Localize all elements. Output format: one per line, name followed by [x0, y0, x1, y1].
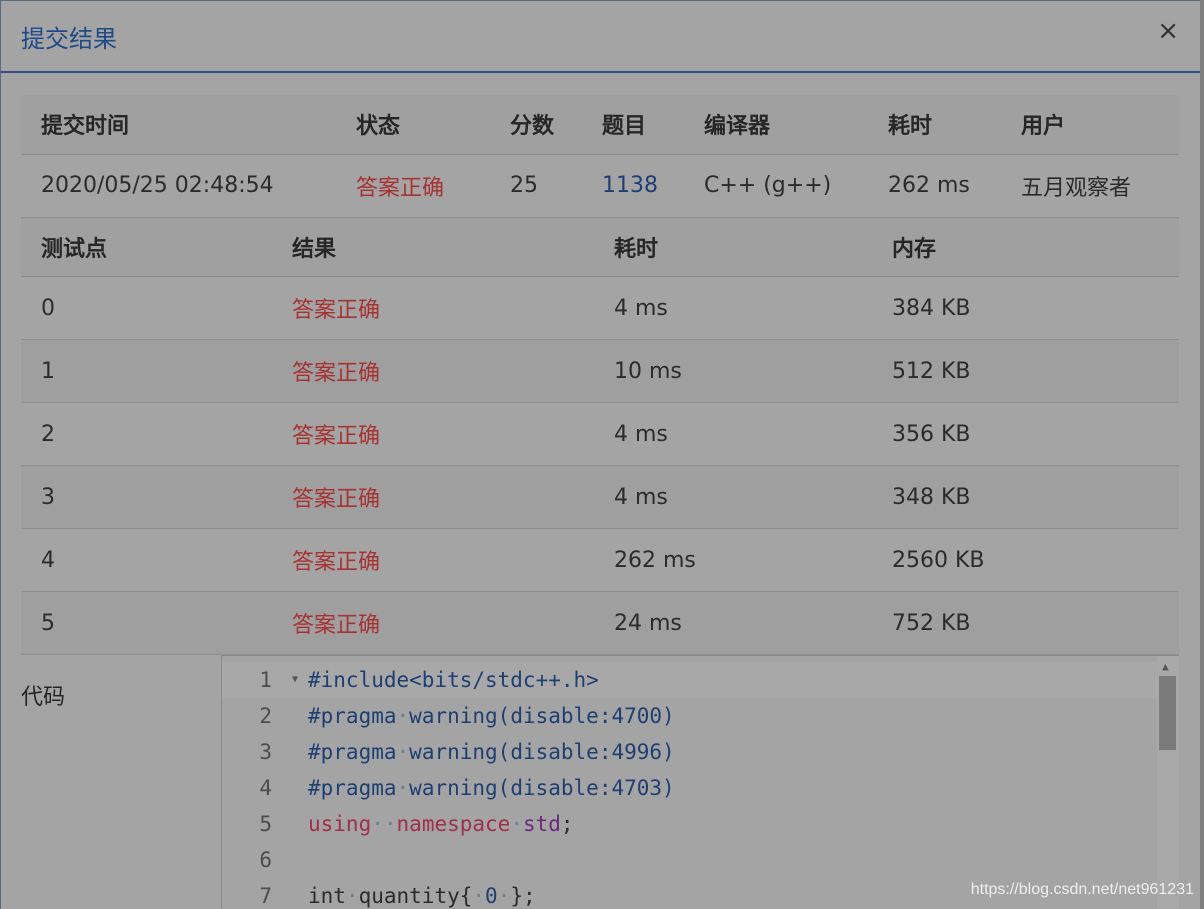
case-memory: 752 KB	[892, 610, 971, 636]
case-id: 0	[41, 295, 55, 321]
code-text: int·quantity{·0·};	[308, 884, 536, 908]
case-result: 答案正确	[292, 361, 381, 386]
user-name: 五月观察者	[1021, 175, 1132, 201]
code-line: 5 using··namespace·std;	[222, 806, 1157, 842]
code-editor[interactable]: 1 ▼ #include<bits/stdc++.h> 2 #pragma·wa…	[221, 655, 1179, 909]
line-number: 4	[259, 776, 272, 800]
header-memory: 内存	[892, 236, 937, 262]
case-id: 5	[41, 610, 55, 636]
scroll-up-arrow-icon[interactable]: ▲	[1162, 660, 1169, 673]
header-compiler: 编译器	[704, 114, 771, 140]
case-result: 答案正确	[292, 550, 381, 575]
status-accepted: 答案正确	[356, 175, 445, 201]
scrollbar-thumb[interactable]	[1159, 676, 1176, 750]
case-memory: 2560 KB	[892, 547, 985, 573]
header-problem: 题目	[602, 114, 647, 140]
header-submit-time: 提交时间	[41, 114, 130, 140]
line-number: 7	[259, 884, 272, 908]
code-text: #pragma·warning(disable:4996)	[308, 740, 675, 764]
table-row: 2 答案正确 4 ms 356 KB	[21, 402, 1179, 466]
header-user: 用户	[1021, 114, 1066, 140]
case-memory: 512 KB	[892, 358, 971, 384]
score: 25	[510, 173, 538, 198]
code-text: #pragma·warning(disable:4700)	[308, 704, 675, 728]
editor-scrollbar[interactable]: ▲	[1157, 656, 1179, 909]
code-line: 2 #pragma·warning(disable:4700)	[222, 698, 1157, 734]
header-result: 结果	[292, 236, 337, 262]
case-result: 答案正确	[292, 613, 381, 638]
submission-result-dialog: 提交结果 × 提交时间 状态 分数 题目 编译器 耗时 用户 2020/05/2…	[0, 0, 1200, 909]
line-number: 1	[259, 668, 272, 692]
line-number: 5	[259, 812, 272, 836]
results-panel: 提交时间 状态 分数 题目 编译器 耗时 用户 2020/05/25 02:48…	[21, 95, 1179, 655]
table-row: 4 答案正确 262 ms 2560 KB	[21, 528, 1179, 592]
line-number: 6	[259, 848, 272, 872]
code-label: 代码	[21, 685, 66, 710]
summary-row: 2020/05/25 02:48:54 答案正确 25 1138 C++ (g+…	[21, 154, 1179, 217]
table-row: 1 答案正确 10 ms 512 KB	[21, 339, 1179, 403]
code-line: 6	[222, 842, 1157, 878]
table-row: 0 答案正确 4 ms 384 KB	[21, 276, 1179, 340]
duration: 262 ms	[888, 173, 970, 198]
case-time: 262 ms	[614, 547, 696, 573]
close-button[interactable]: ×	[1157, 15, 1179, 47]
dialog-header: 提交结果 ×	[1, 1, 1200, 73]
case-id: 4	[41, 547, 55, 573]
case-time: 24 ms	[614, 610, 682, 636]
code-text: #pragma·warning(disable:4703)	[308, 776, 675, 800]
header-score: 分数	[510, 114, 555, 140]
cases-header-row: 测试点 结果 耗时 内存	[21, 217, 1179, 277]
summary-header-row: 提交时间 状态 分数 题目 编译器 耗时 用户	[21, 95, 1179, 154]
summary-table: 提交时间 状态 分数 题目 编译器 耗时 用户 2020/05/25 02:48…	[21, 95, 1179, 218]
test-cases-table: 测试点 结果 耗时 内存 0 答案正确 4 ms 384 KB 1 答案正确 1…	[21, 217, 1179, 656]
case-result: 答案正确	[292, 298, 381, 323]
header-duration: 耗时	[888, 114, 933, 140]
problem-link[interactable]: 1138	[582, 154, 684, 217]
code-text: using··namespace·std;	[308, 812, 574, 836]
header-time: 耗时	[614, 236, 659, 262]
dialog-title: 提交结果	[21, 25, 117, 53]
case-result: 答案正确	[292, 487, 381, 512]
code-text: #include<bits/stdc++.h>	[308, 668, 599, 692]
header-status: 状态	[356, 114, 401, 140]
line-number: 2	[259, 704, 272, 728]
case-result: 答案正确	[292, 424, 381, 449]
code-line: 4 #pragma·warning(disable:4703)	[222, 770, 1157, 806]
code-section: 代码 1 ▼ #include<bits/stdc++.h> 2 #pragma…	[21, 655, 1179, 909]
case-id: 1	[41, 358, 55, 384]
watermark: https://blog.csdn.net/net961231	[970, 881, 1194, 898]
line-number: 3	[259, 740, 272, 764]
case-id: 3	[41, 484, 55, 510]
case-memory: 356 KB	[892, 421, 971, 447]
table-row: 3 答案正确 4 ms 348 KB	[21, 465, 1179, 529]
submit-time: 2020/05/25 02:48:54	[41, 173, 274, 198]
case-id: 2	[41, 421, 55, 447]
case-time: 4 ms	[614, 421, 668, 447]
table-row: 5 答案正确 24 ms 752 KB	[21, 591, 1179, 655]
case-time: 4 ms	[614, 295, 668, 321]
code-line: 1 ▼ #include<bits/stdc++.h>	[222, 662, 1157, 698]
case-time: 4 ms	[614, 484, 668, 510]
case-memory: 348 KB	[892, 484, 971, 510]
header-test-point: 测试点	[41, 236, 108, 262]
fold-arrow-icon[interactable]: ▼	[292, 662, 298, 698]
case-memory: 384 KB	[892, 295, 971, 321]
code-line: 3 #pragma·warning(disable:4996)	[222, 734, 1157, 770]
compiler: C++ (g++)	[704, 173, 832, 198]
case-time: 10 ms	[614, 358, 682, 384]
